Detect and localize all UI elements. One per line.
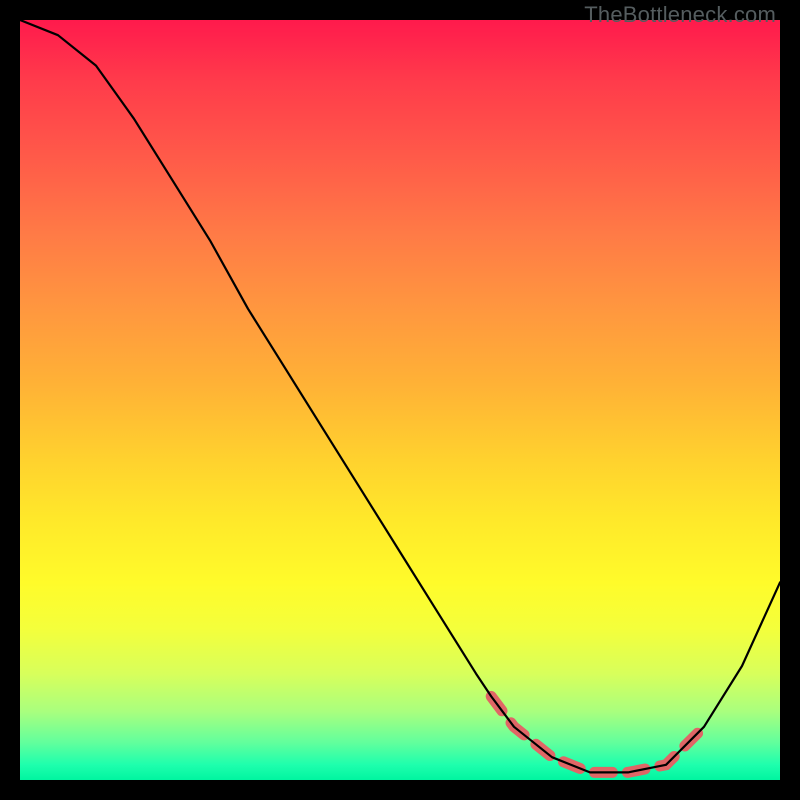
chart-svg [20, 20, 780, 780]
watermark-text: TheBottleneck.com [584, 2, 776, 28]
chart-plot-area [20, 20, 780, 780]
chart-frame: TheBottleneck.com [0, 0, 800, 800]
bottleneck-curve-path [20, 20, 780, 772]
